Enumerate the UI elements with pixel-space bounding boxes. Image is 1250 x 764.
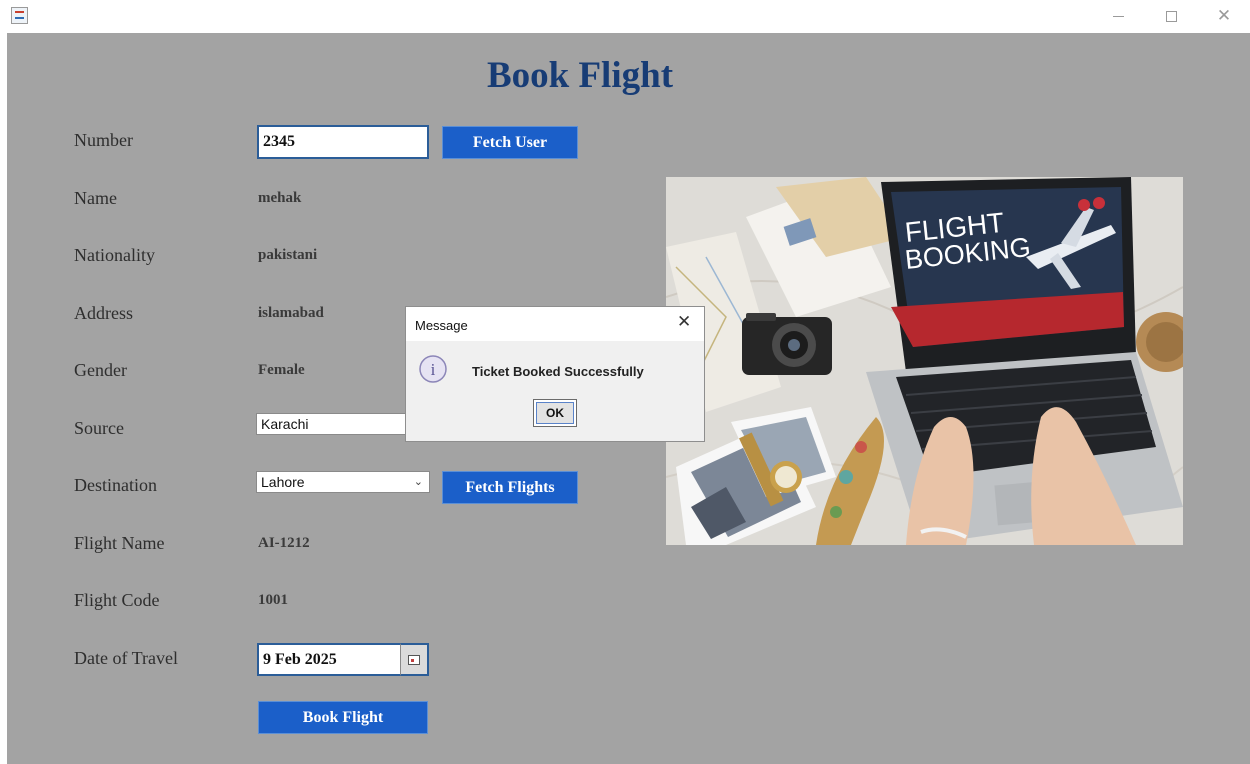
message-dialog: Message ✕ i Ticket Booked Successfully O… [405,306,705,442]
address-label: Address [74,303,133,323]
destination-select[interactable]: Lahore ⌄ [256,471,430,493]
info-glyph: i [431,360,436,379]
close-icon[interactable]: ✕ [677,312,691,332]
chevron-down-icon[interactable]: ⌄ [414,472,423,492]
maximize-icon[interactable] [1151,4,1191,28]
dialog-message: Ticket Booked Successfully [472,364,644,379]
window-title-bar: ✕ [0,0,1250,33]
fetch-flights-button[interactable]: Fetch Flights [442,471,578,504]
info-icon: i [419,355,447,383]
dialog-title: Message [415,318,468,333]
source-label: Source [74,418,124,438]
number-input[interactable] [257,125,429,159]
close-icon[interactable]: ✕ [1204,4,1244,28]
flight-name-label: Flight Name [74,533,165,553]
book-flight-button[interactable]: Book Flight [258,701,428,734]
calendar-icon [408,654,420,665]
source-select-value: Karachi [261,416,309,432]
dialog-title-bar: Message ✕ [406,307,704,341]
name-value: mehak [258,190,302,206]
calendar-button[interactable] [400,643,429,676]
flight-booking-photo: FLIGHT BOOKING [666,177,1183,545]
destination-label: Destination [74,475,157,495]
gender-value: Female [258,362,305,378]
page-title: Book Flight [486,55,674,96]
number-label: Number [74,130,133,150]
flight-code-value: 1001 [258,592,288,608]
gender-label: Gender [74,360,127,380]
nationality-label: Nationality [74,245,155,265]
name-label: Name [74,188,117,208]
fetch-user-button[interactable]: Fetch User [442,126,578,159]
flight-booking-illustration: FLIGHT BOOKING [666,177,1183,545]
nationality-value: pakistani [258,247,318,263]
date-of-travel-label: Date of Travel [74,648,178,668]
destination-select-value: Lahore [261,474,305,490]
ok-button[interactable]: OK [533,399,577,427]
flight-name-value: AI-1212 [258,535,310,551]
java-app-icon [11,7,28,24]
date-of-travel-input[interactable] [257,643,401,676]
minimize-icon[interactable] [1098,4,1138,28]
source-select[interactable]: Karachi ⌄ [256,413,430,435]
flight-code-label: Flight Code [74,590,160,610]
address-value: islamabad [258,305,324,321]
